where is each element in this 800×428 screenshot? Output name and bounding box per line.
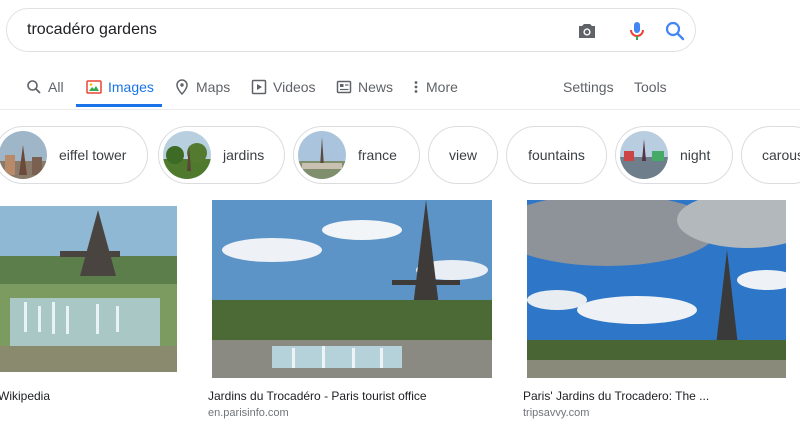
result-title-1[interactable]: Wikipedia [0,389,50,403]
search-icon [27,80,41,94]
tab-maps-label: Maps [196,79,231,95]
camera-icon[interactable] [575,19,599,43]
tab-images[interactable]: Images [86,66,154,108]
images-icon [86,80,102,94]
tab-maps[interactable]: Maps [174,66,230,108]
tab-all-label: All [48,79,64,95]
chip-thumbnail [0,131,47,179]
jardins-trocadero-photo [212,200,492,378]
result-image-1[interactable] [0,206,177,372]
tab-images-label: Images [108,79,154,95]
map-pin-icon [176,79,188,95]
chip-label: night [680,147,711,163]
news-icon [336,80,352,94]
result-title-3[interactable]: Paris' Jardins du Trocadero: The ... [523,389,709,403]
result-image-2[interactable] [212,200,492,378]
result-source-2[interactable]: en.parisinfo.com [208,407,289,419]
chip-jardins[interactable]: jardins [158,126,285,184]
chip-thumbnail [163,131,211,179]
more-vert-icon [414,81,418,93]
search-box[interactable]: trocadéro gardens [6,8,696,52]
tab-more[interactable]: More [412,66,458,108]
result-source-3[interactable]: tripsavvy.com [523,407,589,419]
search-icon[interactable] [663,19,687,43]
settings-link[interactable]: Settings [563,66,614,108]
chip-thumbnail [620,131,668,179]
chip-label: eiffel tower [59,147,127,163]
tab-more-label: More [426,79,458,95]
chip-label: carous [762,147,800,163]
tab-videos[interactable]: Videos [251,66,316,108]
chip-fountains[interactable]: fountains [506,126,607,184]
chip-thumbnail [298,131,346,179]
tab-news[interactable]: News [336,66,393,108]
paris-jardins-photo [527,200,786,378]
chip-carousel[interactable]: carous [741,126,800,184]
chip-eiffel-tower[interactable]: eiffel tower [0,126,148,184]
eiffel-fountain-photo [0,206,177,372]
tab-videos-label: Videos [273,79,316,95]
result-image-3[interactable] [527,200,786,378]
tab-news-label: News [358,79,394,95]
chip-label: fountains [528,147,585,163]
chip-france[interactable]: france [293,126,420,184]
search-tabs: All Images Maps Videos News More Setting… [0,66,800,109]
active-tab-indicator [76,104,162,107]
tabs-divider [0,109,800,110]
search-input[interactable]: trocadéro gardens [27,21,157,39]
result-title-2[interactable]: Jardins du Trocadéro - Paris tourist off… [208,389,427,403]
microphone-icon[interactable] [625,19,649,43]
chip-label: view [448,147,477,163]
chip-label: jardins [223,147,265,163]
tools-link[interactable]: Tools [634,66,667,108]
chip-night[interactable]: night [615,126,733,184]
video-play-icon [251,79,267,95]
chip-label: france [358,147,397,163]
chip-view[interactable]: view [428,126,498,184]
tab-all[interactable]: All [26,66,64,108]
